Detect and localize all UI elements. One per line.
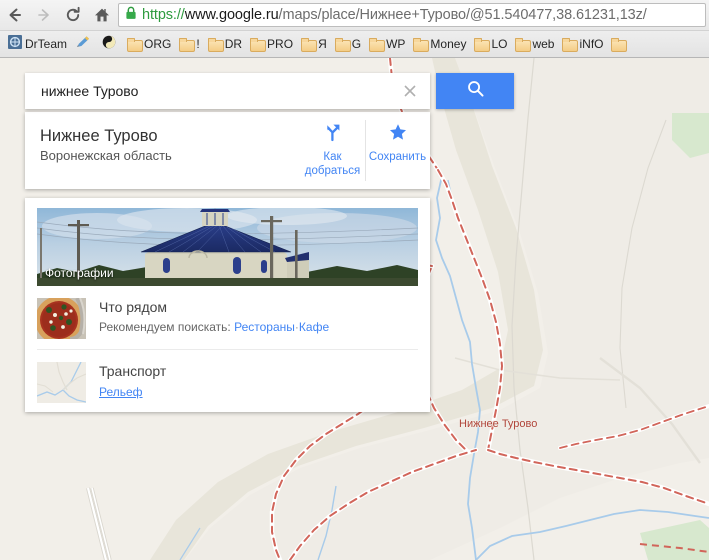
nearby-row[interactable]: Что рядом Рекомендуем поискать: Ресторан…: [37, 286, 418, 349]
bookmark-folder-excl[interactable]: !: [175, 33, 203, 55]
navigation-bar: https://www.google.ru/maps/place/Нижнее+…: [0, 0, 709, 30]
folder-icon: [127, 38, 144, 52]
nearby-link-cafes[interactable]: Кафе: [299, 320, 329, 334]
transport-title: Транспорт: [99, 363, 167, 379]
bookmark-label: DrTeam: [25, 37, 68, 51]
star-icon: [388, 122, 408, 147]
save-button[interactable]: Сохранить: [365, 112, 430, 189]
reload-icon[interactable]: [58, 1, 87, 30]
bookmark-label: G: [351, 37, 362, 51]
folder-icon: [562, 38, 579, 52]
folder-icon: [515, 38, 532, 52]
folder-icon: [301, 38, 318, 52]
place-actions: Как добраться Сохранить: [300, 112, 430, 189]
bookmark-label: iNfO: [579, 37, 604, 51]
bookmark-folder-lo[interactable]: LO: [470, 33, 511, 55]
browser-window: Нижнее Турово Нижнее Турово Воронежская: [0, 0, 709, 560]
folder-icon: [334, 38, 351, 52]
bookmark-label: WP: [386, 37, 406, 51]
back-arrow-icon[interactable]: [0, 1, 29, 30]
pencil-icon: [75, 35, 91, 54]
search-icon: [466, 79, 485, 103]
url-text: https://www.google.ru/maps/place/Нижнее+…: [142, 7, 647, 23]
yin-yang-icon: [102, 35, 116, 54]
photos-label: Фотографии: [45, 266, 114, 280]
save-label: Сохранить: [368, 151, 427, 163]
bookmark-folder-ya[interactable]: Я: [297, 33, 331, 55]
directions-label: Как добраться: [304, 151, 361, 177]
bookmark-folder-info[interactable]: iNfO: [558, 33, 607, 55]
close-icon[interactable]: [396, 77, 424, 105]
map-place-label: Нижнее Турово: [459, 418, 538, 430]
nearby-subtitle: Рекомендуем поискать: Рестораны·Кафе: [99, 318, 329, 336]
address-bar[interactable]: https://www.google.ru/maps/place/Нижнее+…: [118, 3, 706, 27]
directions-icon: [323, 122, 343, 147]
directions-button[interactable]: Как добраться: [300, 112, 365, 189]
search-submit-button[interactable]: [436, 73, 514, 109]
folder-icon: [474, 38, 491, 52]
forward-arrow-icon: [29, 1, 58, 30]
bookmark-label: DR: [224, 37, 243, 51]
transport-row[interactable]: Транспорт Рельеф: [37, 349, 418, 413]
transport-link-relief[interactable]: Рельеф: [99, 383, 166, 401]
bookmark-folder-org[interactable]: ORG: [123, 33, 175, 55]
place-title: Нижнее Турово: [40, 127, 158, 145]
bookmark-folder-dr[interactable]: DR: [204, 33, 246, 55]
bookmark-folder-wp[interactable]: WP: [365, 33, 409, 55]
search-bar: [25, 73, 514, 109]
bookmark-label: !: [196, 37, 200, 51]
url-path: /maps/place/Нижнее+Турово/@51.540477,38.…: [278, 7, 647, 23]
place-subtitle: Воронежская область: [40, 148, 172, 163]
photos-block[interactable]: Фотографии: [37, 208, 418, 286]
nearby-prefix: Рекомендуем поискать:: [99, 320, 231, 334]
bookmarks-bar: DrTeam ORG ! DR PRO Я G WP Money LO web …: [0, 30, 709, 57]
bookmark-yinyang[interactable]: [98, 33, 123, 55]
folder-icon: [250, 38, 267, 52]
bookmark-label: web: [532, 37, 555, 51]
bookmark-drteam[interactable]: DrTeam: [4, 33, 71, 55]
bookmark-label: Я: [318, 37, 327, 51]
place-details-card: Фотографии Что рядом Рекомендуем поискат…: [25, 198, 430, 412]
bookmark-folder-web[interactable]: web: [511, 33, 558, 55]
site-icon: [8, 34, 22, 54]
url-scheme: https://: [142, 7, 185, 23]
pizza-thumbnail: [37, 298, 86, 339]
bookmark-label: Money: [430, 37, 467, 51]
search-field[interactable]: [25, 73, 430, 109]
bookmark-label: PRO: [267, 37, 294, 51]
map-thumbnail: [37, 362, 86, 403]
bookmark-folder-overflow[interactable]: [607, 33, 632, 55]
place-result-card[interactable]: Нижнее Турово Воронежская область Как до…: [25, 112, 430, 189]
nearby-title: Что рядом: [99, 299, 168, 315]
folder-icon: [207, 38, 224, 52]
nearby-text: Что рядом Рекомендуем поискать: Ресторан…: [99, 298, 329, 336]
bookmark-label: LO: [491, 37, 508, 51]
url-host: www.google.ru: [184, 7, 279, 23]
search-input[interactable]: [39, 80, 396, 102]
bookmark-label: ORG: [144, 37, 172, 51]
folder-icon: [611, 38, 628, 52]
bookmark-folder-g[interactable]: G: [331, 33, 365, 55]
browser-chrome: https://www.google.ru/maps/place/Нижнее+…: [0, 0, 709, 58]
bookmark-pencil[interactable]: [71, 33, 98, 55]
transport-text: Транспорт Рельеф: [99, 362, 166, 401]
home-icon[interactable]: [87, 1, 116, 30]
nearby-link-restaurants[interactable]: Рестораны: [234, 320, 295, 334]
lock-icon: [125, 6, 137, 25]
place-info: Нижнее Турово Воронежская область: [25, 112, 300, 189]
folder-icon: [413, 38, 430, 52]
folder-icon: [369, 38, 386, 52]
bookmark-folder-money[interactable]: Money: [409, 33, 470, 55]
bookmark-folder-pro[interactable]: PRO: [246, 33, 297, 55]
folder-icon: [179, 38, 196, 52]
